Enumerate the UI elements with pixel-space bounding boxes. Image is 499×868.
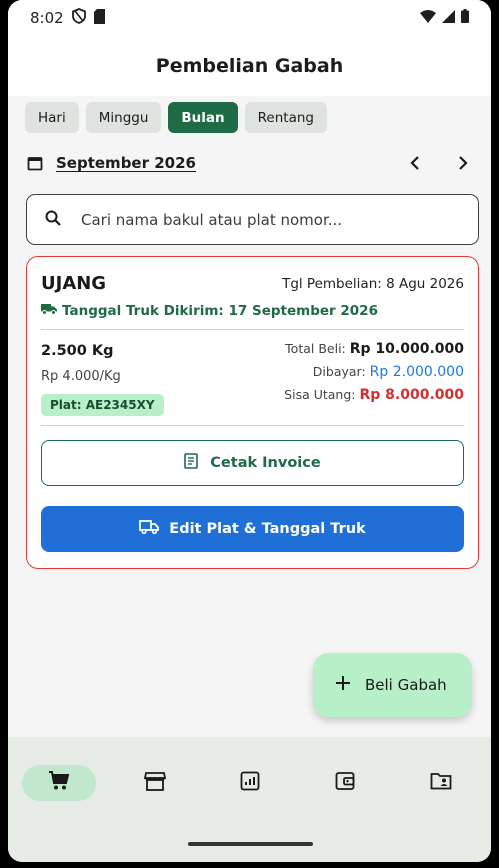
nav-item-contacts[interactable] [404,765,478,801]
cart-icon [48,771,70,795]
divider [41,425,464,426]
status-bar: 8:02 [8,0,491,36]
filter-chip-label: Minggu [98,109,149,126]
debt-label: Sisa Utang: [284,387,356,402]
purchase-date: Tgl Pembelian: 8 Agu 2026 [282,275,464,292]
nav-item-reports[interactable] [213,765,287,801]
buy-grain-fab[interactable]: Beli Gabah [313,653,472,717]
wallet-icon [335,771,355,795]
edit-plate-truck-label: Edit Plat & Tanggal Truk [169,521,366,537]
paid-value: Rp 2.000.000 [369,364,464,380]
plate-badge: Plat: AE2345XY [41,394,164,416]
battery-icon [461,9,469,27]
report-icon [240,771,260,795]
shield-icon [71,8,86,28]
plus-icon [335,675,351,695]
buy-grain-label: Beli Gabah [365,676,447,694]
truck-icon [41,303,57,319]
truck-outline-icon [139,520,160,538]
total-row: Total Beli: Rp 10.000.000 [285,341,464,357]
filter-chip-label: Hari [38,109,66,126]
bottom-navigation [8,737,491,862]
calendar-icon [26,154,44,172]
receipt-icon [184,453,199,473]
period-filter-chips: Hari Minggu Bulan Rentang [25,102,327,133]
sim-card-icon [93,8,105,28]
unit-price: Rp 4.000/Kg [41,369,121,384]
edit-plate-truck-button[interactable]: Edit Plat & Tanggal Truk [41,506,464,552]
total-value: Rp 10.000.000 [349,341,464,357]
store-icon [143,771,167,795]
filter-chip-rentang[interactable]: Rentang [244,102,327,133]
page-title: Pembelian Gabah [155,55,344,77]
filter-chip-minggu[interactable]: Minggu [85,102,162,133]
divider [41,329,464,330]
app-bar: Pembelian Gabah [8,36,491,96]
period-selector: September 2026 [26,148,476,178]
paid-label: Dibayar: [312,364,366,379]
filter-chip-label: Bulan [181,109,225,126]
filter-chip-bulan[interactable]: Bulan [168,102,238,133]
paid-row: Dibayar: Rp 2.000.000 [313,364,464,380]
contact-folder-icon [430,772,452,794]
purchase-card[interactable]: UJANG Tgl Pembelian: 8 Agu 2026 Tanggal … [26,256,479,569]
debt-row: Sisa Utang: Rp 8.000.000 [284,387,464,403]
print-invoice-label: Cetak Invoice [210,455,321,471]
chevron-left-icon[interactable] [406,153,424,173]
debt-value: Rp 8.000.000 [359,387,464,403]
gesture-home-bar [188,842,313,846]
nav-item-wallet[interactable] [308,765,382,801]
status-time: 8:02 [30,9,64,27]
period-label[interactable]: September 2026 [56,154,196,172]
print-invoice-button[interactable]: Cetak Invoice [41,440,464,486]
quantity: 2.500 Kg [41,343,114,359]
signal-icon [442,9,455,27]
search-bar [26,194,479,245]
phone-screen: 8:02 Pembelian Gabah Hari Minggu Bulan R… [8,0,491,862]
chevron-right-icon[interactable] [454,153,472,173]
truck-date-line: Tanggal Truk Dikirim: 17 September 2026 [41,303,378,319]
seller-name: UJANG [41,273,107,294]
filter-chip-hari[interactable]: Hari [25,102,79,133]
truck-sent-date: Tanggal Truk Dikirim: 17 September 2026 [62,303,378,319]
filter-chip-label: Rentang [257,109,314,126]
nav-item-store[interactable] [118,765,192,801]
search-input[interactable] [81,210,441,229]
search-icon [45,210,61,230]
nav-item-purchases[interactable] [22,765,96,801]
total-label: Total Beli: [285,341,346,356]
wifi-icon [420,9,436,27]
